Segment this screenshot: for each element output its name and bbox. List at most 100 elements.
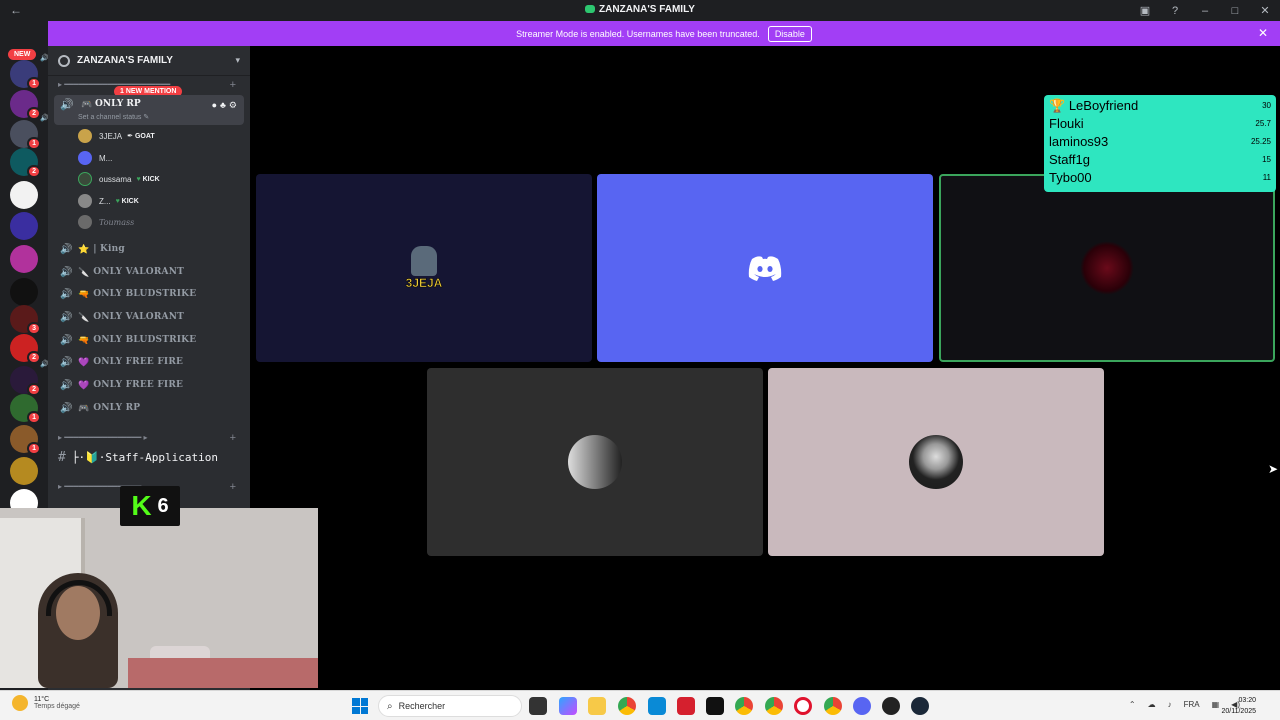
close-icon[interactable]: ✕ <box>1258 26 1268 40</box>
active-voice-channel[interactable]: 🔊 🎮 ONLY RP Set a channel status ✎ ●♣⚙ <box>54 95 244 125</box>
chevron-up-icon[interactable]: ⌃ <box>1129 700 1136 709</box>
voice-member[interactable]: Z... ♥ KICK <box>78 192 139 210</box>
participant-tile[interactable]: 3JEJA <box>256 174 592 362</box>
voice-channel-free-fire[interactable]: 🔊 💜 ONLY FREE FIRE <box>54 374 244 396</box>
minimize-button[interactable]: – <box>1190 5 1220 17</box>
webcam-overlay <box>0 508 318 688</box>
speaker-icon: 🔊 <box>60 99 74 111</box>
server-icon[interactable]: 🔊 2 <box>10 361 49 396</box>
guild-name: ZANZANA'S FAMILY <box>77 55 173 66</box>
member-tag-text: KICK <box>121 197 139 205</box>
inbox-icon[interactable]: ▣ <box>1130 4 1160 17</box>
help-icon[interactable]: ? <box>1160 5 1190 17</box>
taskbar-search[interactable]: ⌕ Rechercher <box>378 695 522 717</box>
voice-channel-valorant[interactable]: 🔊 🔪 ONLY VALORANT <box>54 306 244 328</box>
leaderboard-score: 25.7 <box>1255 119 1271 128</box>
settings-icon[interactable]: ⚙ <box>229 100 240 110</box>
clock-time: 03:20 <box>1238 697 1256 704</box>
server-badge: 3 <box>27 322 41 335</box>
voice-channel-bludstrike[interactable]: 🔊 🔫 ONLY BLUDSTRIKE <box>54 283 244 305</box>
server-icon[interactable]: 2 <box>10 90 41 120</box>
avatar <box>78 129 92 143</box>
mic-icon[interactable]: ♪ <box>1168 700 1172 709</box>
category-divider[interactable]: ▸ ━━━━━━━━━━━━━━━━ ▸ + <box>58 432 240 444</box>
add-channel-icon[interactable]: + <box>230 432 236 444</box>
window-title-text: ZANZANA'S FAMILY <box>599 4 695 15</box>
add-channel-icon[interactable]: + <box>230 79 236 91</box>
kick-viewer-badge: K6 <box>120 486 180 526</box>
participant-tile[interactable] <box>768 368 1104 556</box>
server-icon[interactable] <box>10 457 38 485</box>
chrome-icon[interactable] <box>765 697 783 715</box>
leaderboard-row: Staff1g 15 <box>1049 151 1271 169</box>
close-window-button[interactable]: ✕ <box>1250 4 1280 17</box>
server-icon[interactable]: 2 <box>10 148 41 178</box>
channel-label: ONLY FREE FIRE <box>93 380 184 390</box>
disable-streamer-mode-button[interactable]: Disable <box>767 25 812 42</box>
weather-widget[interactable]: 11°C Temps dégagé <box>12 695 80 711</box>
channel-label: | King <box>93 244 125 254</box>
language-indicator[interactable]: FRA <box>1184 700 1200 709</box>
server-icon[interactable] <box>10 181 38 209</box>
voice-channel-bludstrike[interactable]: 🔊 🔫 ONLY BLUDSTRIKE <box>54 329 244 351</box>
server-icon[interactable] <box>10 212 38 240</box>
taskbar-clock[interactable]: 03:20 20/11/2025 <box>1221 695 1256 717</box>
speaker-icon: 🔊 <box>60 379 73 391</box>
voice-channel-rp[interactable]: 🔊 🎮 ONLY RP <box>54 397 244 419</box>
file-explorer-icon[interactable] <box>588 697 606 715</box>
chrome-icon[interactable] <box>618 697 636 715</box>
server-icon[interactable]: 2 <box>10 334 41 364</box>
chrome-icon[interactable] <box>735 697 753 715</box>
task-view-icon[interactable] <box>529 697 547 715</box>
server-badge: 1 <box>27 77 41 90</box>
voice-member[interactable]: oussama ♥ KICK <box>78 170 160 188</box>
network-icon[interactable]: ▦ <box>1212 700 1220 709</box>
voice-member[interactable]: Toumass <box>78 213 134 231</box>
app-icon[interactable] <box>677 697 695 715</box>
participant-tile[interactable] <box>597 174 933 362</box>
copilot-icon[interactable] <box>559 697 577 715</box>
steam-icon[interactable] <box>911 697 929 715</box>
app-icon[interactable] <box>882 697 900 715</box>
server-icon[interactable] <box>10 278 38 306</box>
text-channel-staff-application[interactable]: # ├·🔰·Staff-Application <box>58 446 248 468</box>
leaderboard-name: laminos93 <box>1049 134 1109 149</box>
server-icon[interactable]: 🔊 1 <box>10 115 49 150</box>
leaderboard-name: LeBoyfriend <box>1068 98 1139 113</box>
channel-status[interactable]: Set a channel status ✎ <box>78 113 149 121</box>
participant-tile-speaking[interactable] <box>939 174 1275 362</box>
leaderboard-score: 11 <box>1262 173 1271 182</box>
speaker-icon: 🔊 <box>60 334 73 346</box>
guild-header[interactable]: ZANZANA'S FAMILY ▾ <box>48 46 250 76</box>
opera-icon[interactable] <box>794 697 812 715</box>
member-tag-text: KICK <box>142 175 160 183</box>
server-icon[interactable]: 1 <box>10 425 41 455</box>
tiktok-icon[interactable] <box>706 697 724 715</box>
member-name: Z... <box>99 196 111 206</box>
server-icon[interactable]: 🔊 1 <box>10 55 49 90</box>
store-icon[interactable] <box>648 697 666 715</box>
voice-member[interactable]: M... <box>78 149 112 167</box>
speaker-icon: 🔊 <box>60 402 73 414</box>
voice-member[interactable]: 3JEJA ✒ GOAT <box>78 127 155 145</box>
server-icon[interactable] <box>10 245 38 273</box>
cloud-icon[interactable]: ☁ <box>1148 700 1156 709</box>
window-title: ZANZANA'S FAMILY <box>0 4 1280 15</box>
leaderboard-row: 🏆 LeBoyfriend 30 <box>1049 97 1271 115</box>
discord-logo-icon <box>748 256 782 281</box>
kick-viewer-count: 6 <box>157 494 169 517</box>
add-member-icon[interactable]: ♣ <box>220 100 229 110</box>
chrome-icon[interactable] <box>824 697 842 715</box>
guild-icon <box>58 54 70 67</box>
voice-channel-free-fire[interactable]: 🔊 💜 ONLY FREE FIRE <box>54 351 244 373</box>
discord-icon[interactable] <box>853 697 871 715</box>
add-channel-icon[interactable]: + <box>230 481 236 493</box>
participant-tile[interactable] <box>427 368 763 556</box>
start-button[interactable] <box>352 698 368 714</box>
server-icon[interactable]: 3 <box>10 305 41 335</box>
voice-channel-king[interactable]: 🔊 ⭐ | King <box>54 238 244 260</box>
voice-channel-valorant[interactable]: 🔊 🔪 ONLY VALORANT <box>54 261 244 283</box>
chat-icon[interactable]: ● <box>212 100 220 110</box>
maximize-button[interactable]: □ <box>1220 5 1250 17</box>
server-icon[interactable]: 1 <box>10 394 41 424</box>
